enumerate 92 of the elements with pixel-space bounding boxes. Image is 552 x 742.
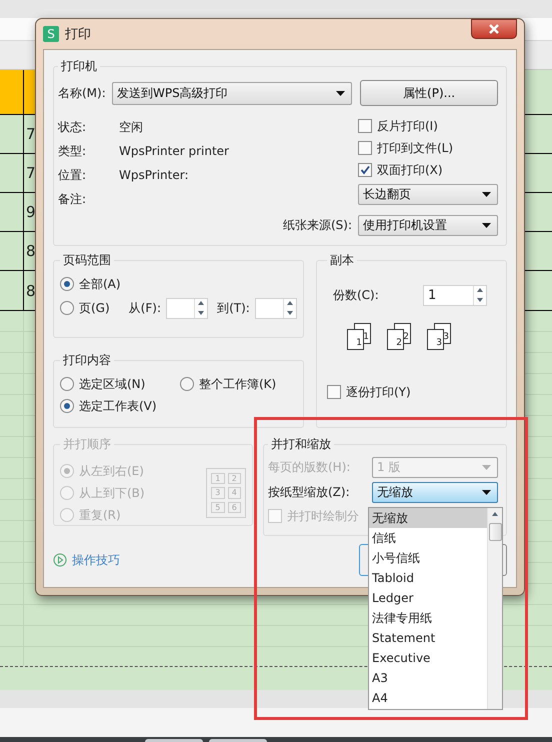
down-arrow-icon[interactable] xyxy=(286,310,293,315)
radio-label: 重复(R) xyxy=(79,506,121,524)
scrollbar-thumb[interactable] xyxy=(488,523,502,541)
info-value: 空闲 xyxy=(119,118,143,136)
duplex-select[interactable]: 长边翻页 xyxy=(358,184,498,205)
up-arrow-icon[interactable] xyxy=(492,512,498,516)
caret-icon xyxy=(482,192,491,197)
spin-field[interactable]: 1 xyxy=(423,284,487,306)
field-label: 每页的版数(H): xyxy=(268,459,352,476)
printer-select[interactable]: 发送到WPS高级打印 xyxy=(112,82,352,104)
field-label: 纸张来源(S): xyxy=(282,216,352,234)
preview-number: 6 xyxy=(228,502,241,513)
field-label: 份数(C): xyxy=(333,286,380,304)
preview-number: 4 xyxy=(228,487,241,499)
spin-field[interactable] xyxy=(166,298,208,318)
caret-icon xyxy=(336,90,346,96)
dropdown-option[interactable]: 小号信纸 xyxy=(369,548,487,568)
close-icon xyxy=(488,24,500,34)
checkbox[interactable] xyxy=(358,119,372,133)
checkbox[interactable] xyxy=(327,385,341,399)
dropdown-option[interactable]: 信纸 xyxy=(369,528,487,548)
cell-value: 7 xyxy=(26,125,36,143)
checkbox[interactable] xyxy=(358,163,372,177)
paper-scale-select[interactable]: 无缩放 xyxy=(372,482,498,503)
down-arrow-icon[interactable] xyxy=(198,310,204,315)
preview-number: 3 xyxy=(211,487,224,499)
close-button[interactable] xyxy=(471,19,517,39)
paper-source-select[interactable]: 使用打印机设置 xyxy=(358,214,498,236)
radio-label: 选定区域(N) xyxy=(79,376,146,392)
dropdown-option[interactable]: Statement xyxy=(369,628,487,648)
checkbox[interactable] xyxy=(268,509,282,523)
group-title: 打印内容 xyxy=(62,352,112,369)
group-title: 并打顺序 xyxy=(62,436,112,453)
dropdown-option[interactable]: 法律专用纸 xyxy=(369,608,487,628)
checkbox[interactable] xyxy=(358,141,372,155)
caret-icon xyxy=(482,465,491,470)
field-label: 名称(M): xyxy=(58,84,107,102)
caret-icon xyxy=(482,222,491,228)
group-title: 页码范围 xyxy=(62,252,112,269)
radio-button[interactable] xyxy=(60,399,74,413)
tips-link[interactable]: 操作技巧 xyxy=(53,552,120,568)
cell-value: 8 xyxy=(26,282,36,300)
radio-label: 全部(A) xyxy=(79,276,121,292)
checkbox-label: 双面打印(X) xyxy=(377,162,443,178)
dropdown-option[interactable]: 无缩放 xyxy=(369,508,487,528)
dropdown-option[interactable]: A3 xyxy=(369,668,487,688)
checkbox-label: 并打时绘制分 xyxy=(287,508,359,524)
group-title: 打印机 xyxy=(60,58,98,75)
down-arrow-icon[interactable] xyxy=(477,298,483,302)
cell-value: 8 xyxy=(26,242,36,260)
up-arrow-icon[interactable] xyxy=(477,288,483,292)
up-arrow-icon[interactable] xyxy=(286,301,293,306)
group-title: 并打和缩放 xyxy=(270,436,332,453)
radio-button[interactable] xyxy=(180,377,194,391)
group-title: 副本 xyxy=(329,252,355,269)
radio-button[interactable] xyxy=(60,301,74,315)
radio-button[interactable] xyxy=(60,277,74,291)
play-icon xyxy=(53,553,67,567)
spin-field[interactable] xyxy=(254,298,297,318)
radio-button[interactable] xyxy=(60,377,74,391)
radio-label: 整个工作簿(K) xyxy=(199,376,276,392)
radio-label: 从左到右(E) xyxy=(79,462,144,480)
dropdown-option[interactable]: Executive xyxy=(369,648,487,668)
preview-number: 5 xyxy=(211,502,224,513)
dropdown-option[interactable]: Tabloid xyxy=(369,568,487,588)
info-value: WpsPrinter: xyxy=(119,168,188,182)
dropdown-option[interactable]: A4 xyxy=(369,688,487,708)
scrollbar[interactable] xyxy=(487,508,502,709)
radio-label: 从上到下(B) xyxy=(79,484,145,502)
window-title: 打印 xyxy=(65,26,91,43)
cell-value: 7 xyxy=(26,164,36,182)
field-label: 按纸型缩放(Z): xyxy=(268,484,351,501)
field-label: 到(T): xyxy=(217,300,250,316)
info-label: 状态: xyxy=(58,118,88,136)
preview-number: 2 xyxy=(228,473,241,484)
properties-button[interactable]: 属性(P)... xyxy=(360,80,498,106)
radio-label: 页(G) xyxy=(79,300,110,316)
info-label: 备注: xyxy=(58,190,88,208)
checkbox-label: 逐份打印(Y) xyxy=(346,384,411,400)
caret-icon xyxy=(482,490,491,495)
field-label: 从(F): xyxy=(128,300,161,316)
info-label: 类型: xyxy=(58,142,88,160)
checkbox-label: 打印到文件(L) xyxy=(377,140,454,156)
info-label: 位置: xyxy=(58,166,88,184)
up-arrow-icon[interactable] xyxy=(198,301,204,306)
preview-number: 1 xyxy=(211,473,224,484)
app-icon: S xyxy=(43,26,59,42)
info-value: WpsPrinter printer xyxy=(119,144,229,158)
cell-value: 9 xyxy=(26,203,36,221)
radio-label: 选定工作表(V) xyxy=(79,398,157,414)
dropdown-option[interactable]: Ledger xyxy=(369,588,487,608)
checkbox-label: 反片打印(I) xyxy=(377,118,438,134)
